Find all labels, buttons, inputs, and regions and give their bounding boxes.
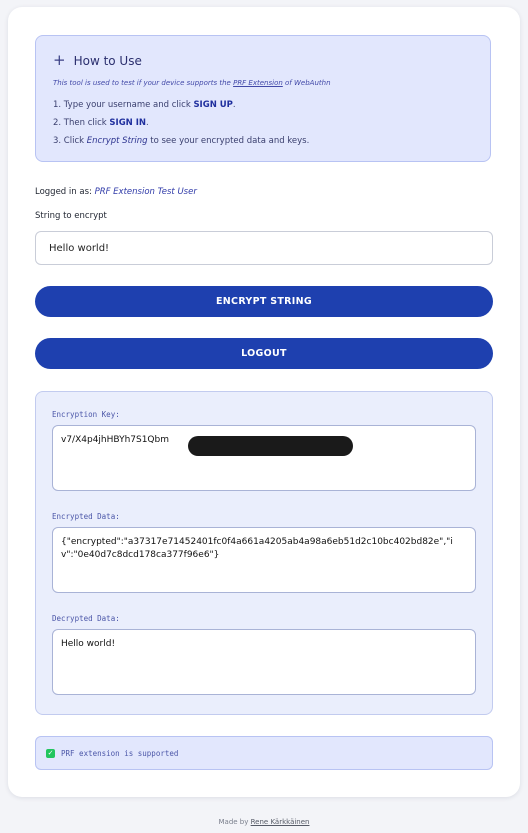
encrypted-data-field[interactable]: {"encrypted":"a37317e71452401fc0f4a661a4… bbox=[52, 527, 476, 593]
how-to-use-panel: + How to Use This tool is used to test i… bbox=[35, 35, 491, 162]
footer: Made by Rene Kärkkäinen bbox=[218, 818, 310, 826]
encrypt-string-button[interactable]: ENCRYPT STRING bbox=[35, 286, 493, 317]
how-to-use-description: This tool is used to test if your device… bbox=[53, 79, 331, 87]
decrypted-data-label: Decrypted Data: bbox=[52, 614, 120, 623]
how-to-use-title: How to Use bbox=[73, 53, 142, 68]
step-item: 3. Click Encrypt String to see your encr… bbox=[53, 136, 310, 146]
plus-icon: + bbox=[53, 51, 66, 69]
author-link[interactable]: Rene Kärkkäinen bbox=[251, 818, 310, 826]
redaction-mark bbox=[188, 436, 353, 456]
results-panel: Encryption Key: v7/X4p4jhHBYh7S1Qbm Encr… bbox=[35, 391, 493, 715]
username: PRF Extension Test User bbox=[94, 187, 197, 197]
logout-button[interactable]: LOGOUT bbox=[35, 338, 493, 369]
steps-list: 1. Type your username and click SIGN UP.… bbox=[53, 99, 309, 153]
prf-status-banner: ✓ PRF extension is supported bbox=[35, 736, 493, 770]
encrypted-data-label: Encrypted Data: bbox=[52, 512, 120, 521]
prf-status-text: PRF extension is supported bbox=[61, 748, 179, 758]
string-to-encrypt-label: String to encrypt bbox=[35, 211, 107, 221]
encryption-key-label: Encryption Key: bbox=[52, 410, 120, 419]
check-icon: ✓ bbox=[46, 748, 55, 758]
decrypted-data-field[interactable]: Hello world! bbox=[52, 629, 476, 695]
step-item: 2. Then click SIGN IN. bbox=[53, 118, 149, 128]
how-to-use-toggle[interactable]: + How to Use bbox=[53, 53, 142, 68]
encryption-key-field[interactable]: v7/X4p4jhHBYh7S1Qbm bbox=[52, 425, 476, 491]
string-to-encrypt-input[interactable] bbox=[35, 231, 493, 265]
step-item: 1. Type your username and click SIGN UP. bbox=[53, 100, 236, 110]
prf-extension-link[interactable]: PRF Extension bbox=[233, 79, 283, 87]
logged-in-status: Logged in as: PRF Extension Test User bbox=[35, 187, 197, 197]
